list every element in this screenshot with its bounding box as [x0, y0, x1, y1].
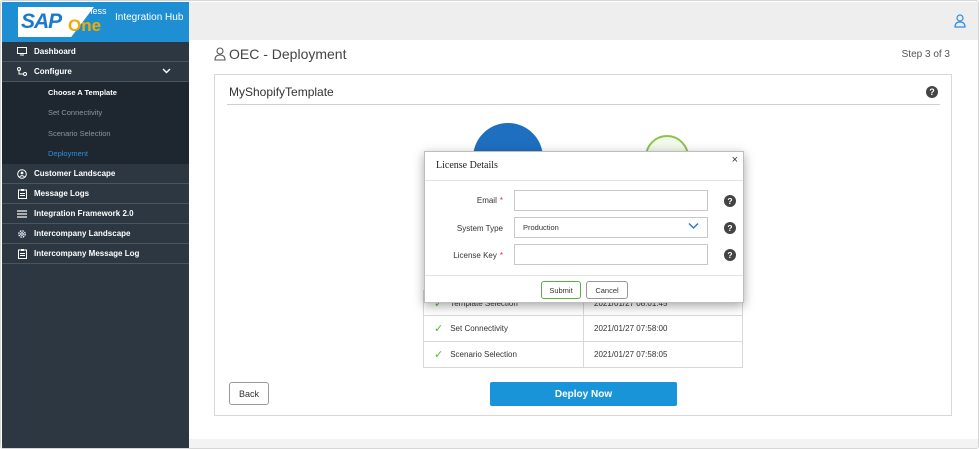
chevron-down-icon[interactable]: [162, 66, 171, 76]
back-button[interactable]: Back: [229, 382, 269, 405]
page-title-text: OEC - Deployment: [229, 46, 347, 62]
sidebar-item-configure[interactable]: Configure: [2, 62, 189, 82]
app-window: SAP Business One Integration Hub Dashboa…: [0, 0, 979, 449]
configure-submenu: Choose A Template Set Connectivity Scena…: [2, 82, 189, 164]
cancel-button[interactable]: Cancel: [586, 281, 628, 299]
sidebar-item-label: Message Logs: [34, 189, 90, 198]
table-row: ✓ Set Connectivity 2021/01/27 07:58:00: [423, 316, 743, 342]
license-details-dialog: License Details × Email * ? System Type P…: [424, 151, 744, 303]
system-type-select[interactable]: Production: [514, 217, 708, 238]
sidebar-subitem-set-connectivity[interactable]: Set Connectivity: [2, 103, 189, 124]
customer-landscape-icon: [16, 168, 28, 179]
submit-button[interactable]: Submit: [541, 281, 581, 299]
dashboard-icon: [16, 47, 28, 56]
divider: [425, 180, 743, 181]
system-type-label: System Type: [456, 224, 503, 233]
email-field[interactable]: [514, 190, 708, 211]
page-title: OEC - Deployment: [214, 46, 346, 62]
history-step: Scenario Selection: [450, 350, 517, 359]
sidebar-subitem-deployment[interactable]: Deployment: [2, 144, 189, 165]
brand-header: SAP Business One Integration Hub: [2, 2, 189, 42]
sidebar-subitem-choose-template[interactable]: Choose A Template: [2, 82, 189, 103]
required-marker: *: [499, 196, 503, 205]
sidebar-item-label: Dashboard: [34, 47, 76, 56]
sidebar-item-integration-framework[interactable]: Integration Framework 2.0: [2, 204, 189, 224]
sidebar-item-label: Intercompany Landscape: [34, 229, 131, 238]
dialog-title: License Details: [436, 160, 498, 171]
product-name-bottom: One: [68, 16, 102, 35]
gear-icon: [16, 229, 28, 239]
sidebar-item-label: Customer Landscape: [34, 169, 116, 178]
sidebar-item-customer-landscape[interactable]: Customer Landscape: [2, 164, 189, 184]
system-type-value: Production: [523, 223, 559, 232]
sidebar: SAP Business One Integration Hub Dashboa…: [2, 2, 189, 448]
license-key-field[interactable]: [514, 244, 708, 265]
chevron-down-icon: [688, 220, 699, 234]
help-icon[interactable]: ?: [926, 86, 938, 98]
template-name: MyShopifyTemplate: [229, 85, 334, 99]
user-profile-icon[interactable]: [954, 14, 966, 28]
help-icon[interactable]: ?: [724, 249, 736, 261]
deploy-now-button[interactable]: Deploy Now: [490, 382, 677, 406]
history-step: Set Connectivity: [450, 324, 509, 333]
close-icon[interactable]: ×: [732, 154, 738, 166]
required-marker: *: [499, 251, 503, 260]
sidebar-item-label: Configure: [34, 67, 72, 76]
configure-icon: [16, 67, 28, 76]
message-log-icon: [16, 248, 28, 259]
sidebar-subitem-scenario-selection[interactable]: Scenario Selection: [2, 123, 189, 144]
table-row: ✓ Scenario Selection 2021/01/27 07:58:05: [423, 342, 743, 368]
license-key-label: License Key *: [453, 251, 503, 260]
history-time: 2021/01/27 07:58:00: [594, 324, 668, 333]
hub-label: Integration Hub: [115, 12, 184, 23]
divider: [227, 104, 940, 105]
message-logs-icon: [16, 188, 28, 199]
top-bar: [189, 2, 978, 40]
menu-lines-icon: [16, 209, 28, 218]
sidebar-item-message-logs[interactable]: Message Logs: [2, 184, 189, 204]
footer-strip: [189, 439, 978, 448]
help-icon[interactable]: ?: [724, 195, 736, 207]
check-icon: ✓: [434, 323, 444, 335]
step-indicator: Step 3 of 3: [901, 49, 950, 60]
sidebar-item-dashboard[interactable]: Dashboard: [2, 42, 189, 62]
sap-logo-text: SAP: [21, 10, 62, 33]
sidebar-item-intercompany-landscape[interactable]: Intercompany Landscape: [2, 224, 189, 244]
sidebar-item-label: Integration Framework 2.0: [34, 209, 134, 218]
product-name-top: Business: [70, 6, 107, 16]
sidebar-item-label: Intercompany Message Log: [34, 249, 140, 258]
check-icon: ✓: [434, 349, 444, 361]
history-time: 2021/01/27 07:58:05: [594, 350, 668, 359]
divider: [425, 275, 743, 276]
user-icon: [214, 47, 226, 61]
help-icon[interactable]: ?: [724, 222, 736, 234]
email-label: Email *: [476, 196, 503, 205]
sidebar-item-intercompany-message-log[interactable]: Intercompany Message Log: [2, 244, 189, 264]
